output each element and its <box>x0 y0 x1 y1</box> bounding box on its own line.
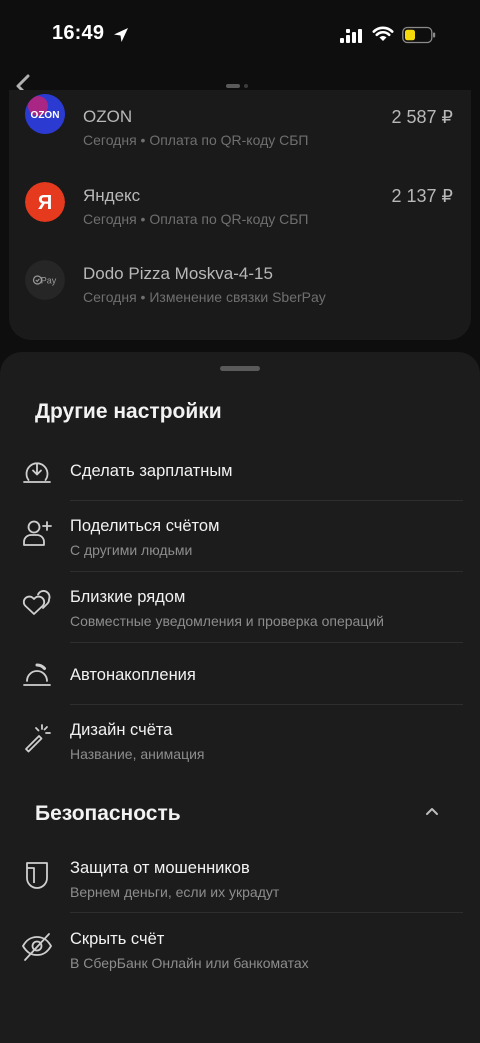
hearts-icon <box>22 590 51 615</box>
cellular-signal-icon <box>340 29 362 43</box>
gauge-icon <box>23 663 51 686</box>
item-subtitle: Вернем деньги, если их украдут <box>70 884 280 900</box>
chevron-up-icon[interactable] <box>422 804 442 818</box>
page-indicator <box>226 84 248 88</box>
item-subtitle: Совместные уведомления и проверка операц… <box>70 613 384 629</box>
item-title: Скрыть счёт <box>70 930 165 948</box>
operation-amount: 2 137 ₽ <box>391 186 454 206</box>
svg-text:Я: Я <box>38 192 52 214</box>
item-subtitle: Название, анимация <box>70 746 205 762</box>
svg-text:OZON: OZON <box>31 110 60 121</box>
sheet-handle[interactable] <box>220 366 260 371</box>
item-title: Дизайн счёта <box>70 721 173 739</box>
item-title: Близкие рядом <box>70 588 186 606</box>
operation-subtitle: Сегодня • Изменение связки SberPay <box>83 289 326 305</box>
operation-name: OZON <box>83 107 133 126</box>
item-subtitle: С другими людьми <box>70 542 193 558</box>
account-design-item[interactable]: Дизайн счёта Название, анимация <box>0 716 480 774</box>
battery-icon <box>402 26 436 44</box>
fraud-protection-item[interactable]: Защита от мошенников Вернем деньги, если… <box>0 854 480 912</box>
divider <box>70 571 463 572</box>
yandex-logo: Я <box>25 182 65 222</box>
divider <box>70 912 463 913</box>
sberpay-logo: Pay <box>25 260 65 300</box>
security-title: Безопасность <box>35 802 181 825</box>
operations-card: OZON OZON Сегодня • Оплата по QR-коду СБ… <box>9 90 471 340</box>
operation-item-ozon[interactable]: OZON OZON Сегодня • Оплата по QR-коду СБ… <box>9 90 471 160</box>
settings-sheet: Другие настройки Сделать зарплатным Поде… <box>0 352 480 1043</box>
operation-amount: 2 587 ₽ <box>391 107 454 127</box>
operation-subtitle: Сегодня • Оплата по QR-коду СБП <box>83 211 309 227</box>
other-settings-title: Другие настройки <box>35 400 222 423</box>
make-salary-account-item[interactable]: Сделать зарплатным <box>0 452 480 500</box>
status-time: 16:49 <box>52 22 105 44</box>
download-circle-icon <box>23 462 51 483</box>
eye-off-icon <box>21 933 53 961</box>
svg-text:Pay: Pay <box>41 276 57 286</box>
status-bar: 16:49 <box>0 0 480 70</box>
item-title: Автонакопления <box>70 666 196 684</box>
hide-account-item[interactable]: Скрыть счёт В СберБанк Онлайн или банком… <box>0 925 480 983</box>
operation-subtitle: Сегодня • Оплата по QR-коду СБП <box>83 132 309 148</box>
divider <box>70 500 463 501</box>
location-arrow-icon <box>114 28 128 42</box>
divider <box>70 704 463 705</box>
magic-wand-icon <box>25 724 51 753</box>
item-title: Поделиться счётом <box>70 517 220 535</box>
operation-item-yandex[interactable]: Я Яндекс Сегодня • Оплата по QR-коду СБП… <box>9 170 471 240</box>
item-subtitle: В СберБанк Онлайн или банкоматах <box>70 955 309 971</box>
item-title: Защита от мошенников <box>70 859 250 877</box>
operation-name: Dodo Pizza Moskva-4-15 <box>83 264 273 283</box>
share-account-item[interactable]: Поделиться счётом С другими людьми <box>0 512 480 570</box>
item-title: Сделать зарплатным <box>70 462 233 480</box>
shield-icon <box>26 862 48 889</box>
wifi-icon <box>372 26 394 41</box>
add-user-icon <box>23 520 52 546</box>
operation-name: Яндекс <box>83 186 141 205</box>
ozon-logo: OZON <box>25 94 65 134</box>
divider <box>70 642 463 643</box>
close-ones-nearby-item[interactable]: Близкие рядом Совместные уведомления и п… <box>0 583 480 641</box>
auto-savings-item[interactable]: Автонакопления <box>0 654 480 702</box>
operation-item-dodo[interactable]: Pay Dodo Pizza Moskva-4-15 Сегодня • Изм… <box>9 248 471 318</box>
